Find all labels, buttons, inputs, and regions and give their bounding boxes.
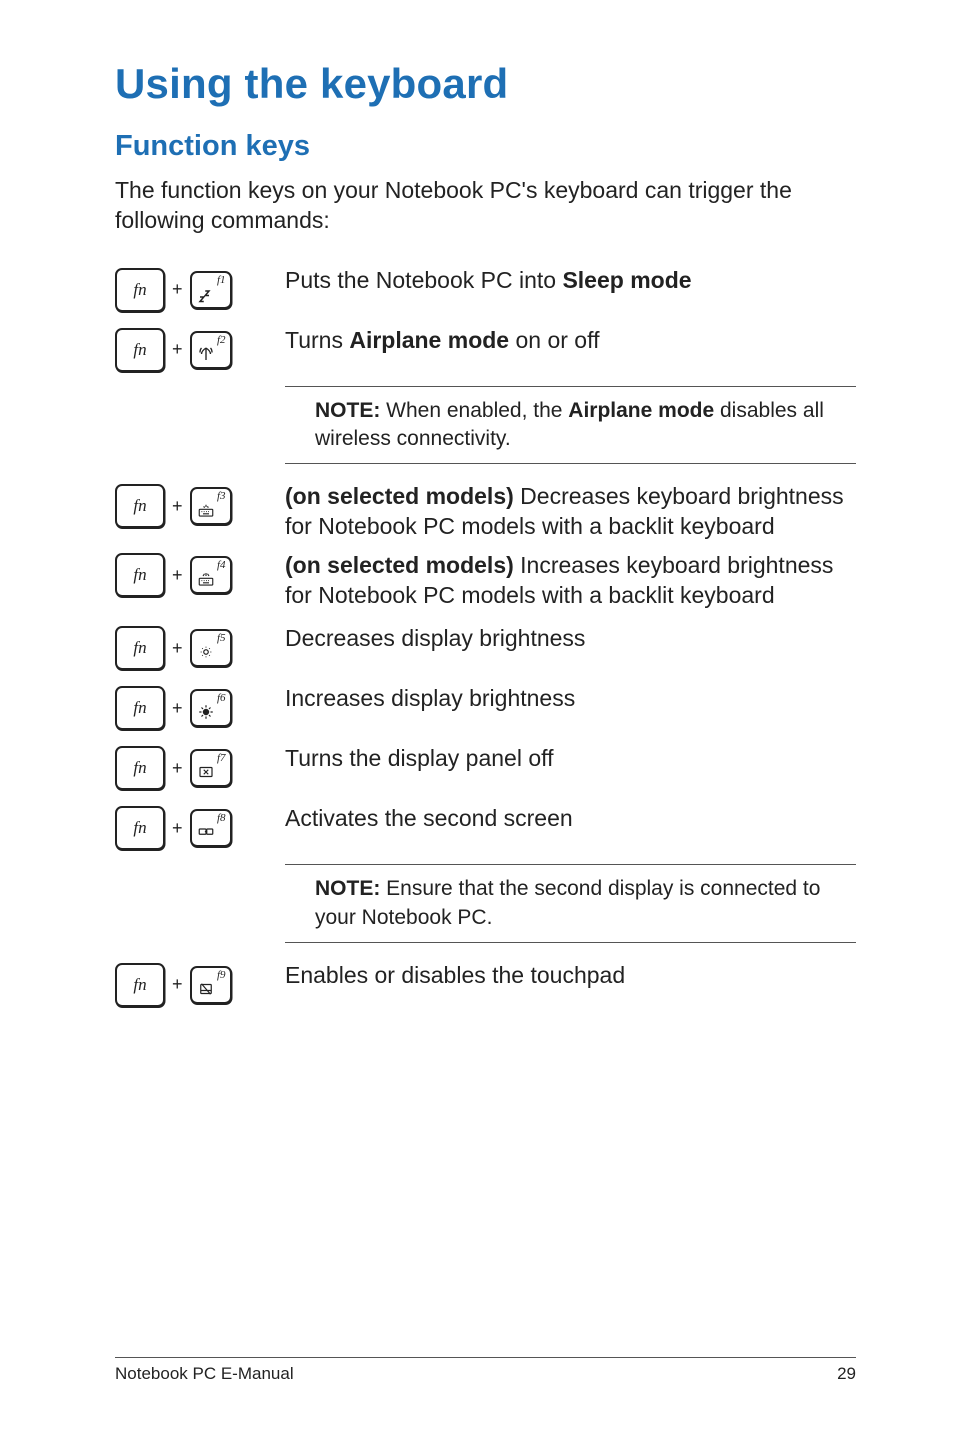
fn-key-icon: fn [115,686,165,730]
f3-key-icon: f3 [190,487,232,525]
desc: (on selected models) Increases keyboard … [285,551,856,610]
desc: Decreases display brightness [285,624,856,653]
text-bold: Airplane mode [349,327,509,353]
text: Puts the Notebook PC into [285,267,562,293]
page: Using the keyboard Function keys The fun… [0,0,954,1438]
key-combo: fn + f6 [115,684,285,730]
touchpad-toggle-icon [196,979,216,999]
f-label: f3 [217,490,226,502]
f-label: f7 [217,752,226,764]
wireless-icon [196,344,216,364]
note-second-display: NOTE: Ensure that the second display is … [285,864,856,943]
row-f3: fn + f3 (on selected models) Decreases k… [115,482,856,541]
page-footer: Notebook PC E-Manual 29 [115,1357,856,1384]
f9-key-icon: f9 [190,966,232,1004]
f1-key-icon: f1 [190,271,232,309]
intro-text: The function keys on your Notebook PC's … [115,175,856,236]
f-label: f9 [217,969,226,981]
fn-key-icon: fn [115,806,165,850]
f6-key-icon: f6 [190,689,232,727]
note-label: NOTE: [315,877,380,900]
row-f4: fn + f4 (on selected models) Increases k… [115,551,856,610]
f-label: f4 [217,559,226,571]
row-f1: fn + f1 Puts the Notebook PC into Sleep … [115,266,856,312]
f5-key-icon: f5 [190,629,232,667]
display-off-icon [196,762,216,782]
plus-icon: + [172,638,183,659]
row-f6: fn + f6 Increases display brightness [115,684,856,730]
fn-key-icon: fn [115,963,165,1007]
text: Turns [285,327,349,353]
f-label: f5 [217,632,226,644]
row-f5: fn + f5 Decreases display brightness [115,624,856,670]
key-combo: fn + f1 [115,266,285,312]
f8-key-icon: f8 [190,809,232,847]
fn-key-icon: fn [115,328,165,372]
key-combo: fn + f3 [115,482,285,528]
plus-icon: + [172,818,183,839]
keyboard-bright-icon [196,569,216,589]
plus-icon: + [172,496,183,517]
fn-key-icon: fn [115,746,165,790]
desc: (on selected models) Decreases keyboard … [285,482,856,541]
key-combo: fn + f7 [115,744,285,790]
row-f9: fn + f9 Enables or disables the touchpad [115,961,856,1007]
sleep-icon [196,284,216,304]
desc: Increases display brightness [285,684,856,713]
f-label: f1 [217,274,226,286]
f-label: f2 [217,334,226,346]
f-label: f6 [217,692,226,704]
f7-key-icon: f7 [190,749,232,787]
desc: Enables or disables the touchpad [285,961,856,990]
plus-icon: + [172,339,183,360]
note-airplane: NOTE: When enabled, the Airplane mode di… [285,386,856,465]
fn-key-icon: fn [115,484,165,528]
key-combo: fn + f8 [115,804,285,850]
plus-icon: + [172,974,183,995]
text-bold: Sleep mode [562,267,691,293]
sun-dim-icon [196,642,216,662]
plus-icon: + [172,565,183,586]
plus-icon: + [172,758,183,779]
key-combo: fn + f9 [115,961,285,1007]
section-heading: Function keys [115,130,856,163]
desc: Puts the Notebook PC into Sleep mode [285,266,856,295]
text-bold: (on selected models) [285,483,514,509]
desc: Turns Airplane mode on or off [285,326,856,355]
text-bold: Airplane mode [568,399,714,422]
desc: Activates the second screen [285,804,856,833]
f-label: f8 [217,812,226,824]
key-combo: fn + f2 [115,326,285,372]
sun-bright-icon [196,702,216,722]
note-label: NOTE: [315,399,380,422]
fn-key-icon: fn [115,553,165,597]
text: on or off [509,327,599,353]
plus-icon: + [172,279,183,300]
fn-key-icon: fn [115,268,165,312]
page-title: Using the keyboard [115,60,856,108]
text-bold: (on selected models) [285,552,514,578]
row-f8: fn + f8 Activates the second screen [115,804,856,850]
text: Ensure that the second display is connec… [315,877,820,928]
key-combo: fn + f4 [115,551,285,597]
keyboard-dim-icon [196,500,216,520]
row-f7: fn + f7 Turns the display panel off [115,744,856,790]
page-number: 29 [837,1364,856,1384]
f4-key-icon: f4 [190,556,232,594]
dual-display-icon [196,822,216,842]
fn-key-icon: fn [115,626,165,670]
key-combo: fn + f5 [115,624,285,670]
desc: Turns the display panel off [285,744,856,773]
row-f2: fn + f2 Turns Airplane mode on or off [115,326,856,372]
text: When enabled, the [380,399,568,422]
plus-icon: + [172,698,183,719]
footer-left: Notebook PC E-Manual [115,1364,294,1384]
f2-key-icon: f2 [190,331,232,369]
